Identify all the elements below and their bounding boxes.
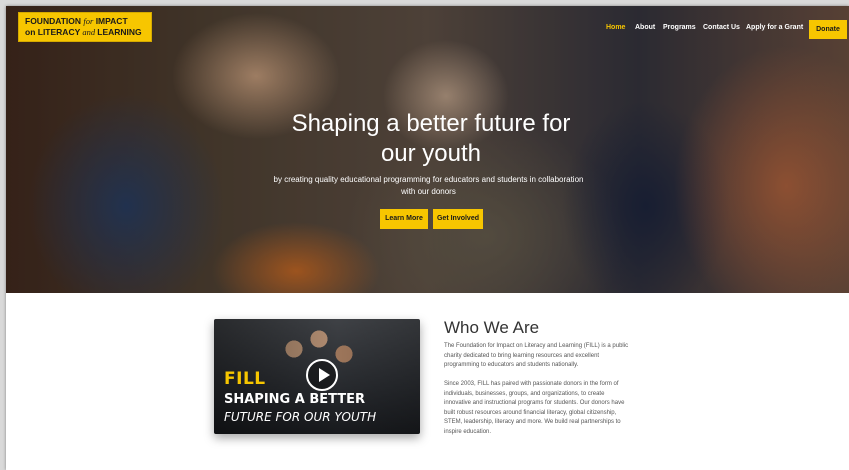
hero-title: Shaping a better future for our youth bbox=[291, 110, 571, 167]
nav-contact-us[interactable]: Contact Us bbox=[703, 24, 740, 36]
nav-about[interactable]: About bbox=[635, 24, 655, 36]
video-headline-1: SHAPING A BETTER bbox=[224, 392, 366, 407]
nav-apply-for-grant[interactable]: Apply for a Grant bbox=[746, 24, 803, 36]
who-we-are-heading: Who We Are bbox=[444, 318, 540, 337]
logo-line-1: FOUNDATION for IMPACT bbox=[25, 16, 128, 26]
site-logo[interactable]: FOUNDATION for IMPACT on LITERACY and LE… bbox=[18, 12, 152, 42]
play-triangle bbox=[319, 368, 330, 382]
nav-home[interactable]: Home bbox=[606, 24, 625, 36]
nav-programs[interactable]: Programs bbox=[663, 24, 696, 36]
get-involved-button[interactable]: Get Involved bbox=[433, 209, 483, 229]
who-we-are-paragraph-2: Since 2003, FILL has paired with passion… bbox=[444, 381, 625, 435]
hero-subtitle: by creating quality educational programm… bbox=[273, 175, 584, 196]
browser-page: FOUNDATION for IMPACT on LITERACY and LE… bbox=[6, 6, 849, 470]
video-thumbnail[interactable]: FILL SHAPING A BETTER FUTURE FOR OUR YOU… bbox=[214, 319, 420, 434]
who-we-are-paragraph-1: The Foundation for Impact on Literacy an… bbox=[444, 343, 629, 368]
video-brand-text: FILL bbox=[224, 369, 266, 389]
donate-button[interactable]: Donate bbox=[809, 20, 847, 39]
video-headline-2: FUTURE FOR OUR YOUTH bbox=[224, 410, 377, 424]
hero-section: FOUNDATION for IMPACT on LITERACY and LE… bbox=[6, 6, 849, 293]
play-icon[interactable] bbox=[306, 359, 338, 391]
learn-more-button[interactable]: Learn More bbox=[380, 209, 428, 229]
logo-line-2: on LITERACY and LEARNING bbox=[25, 27, 142, 37]
